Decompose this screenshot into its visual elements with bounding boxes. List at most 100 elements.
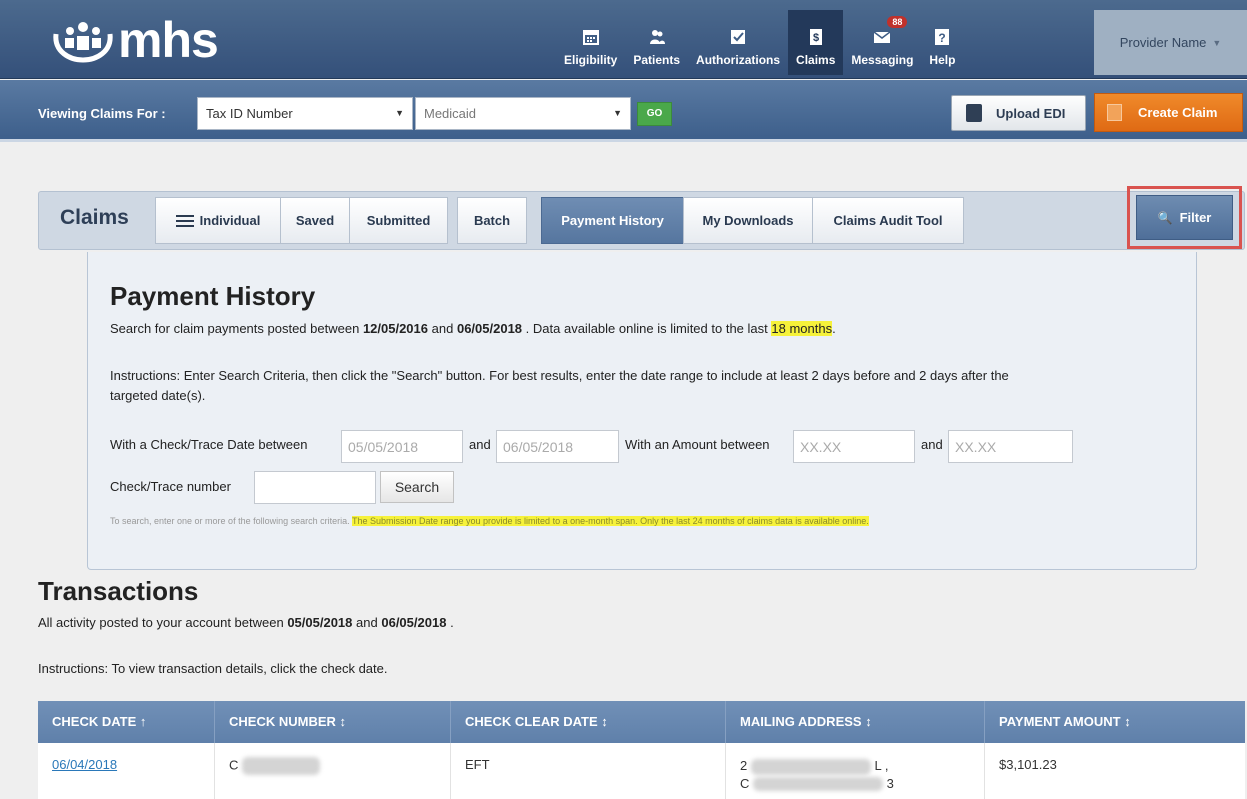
- check-date-and-label: and: [469, 437, 491, 452]
- redacted-block: [242, 757, 321, 775]
- nav-patients[interactable]: Patients: [625, 10, 688, 75]
- transactions-and: and: [356, 615, 378, 630]
- tab-payment-history[interactable]: Payment History: [541, 197, 684, 244]
- create-claim-label: Create Claim: [1138, 105, 1218, 120]
- table-header: CHECK DATE ↑ CHECK NUMBER ↕ CHECK CLEAR …: [38, 701, 1245, 743]
- nav-authorizations-label: Authorizations: [696, 53, 781, 67]
- nav-messaging[interactable]: 88 Messaging: [843, 10, 921, 75]
- check-number-input[interactable]: [254, 471, 376, 504]
- main-nav: Eligibility Patients Authorizations $ Cl…: [556, 10, 963, 75]
- patients-icon: [649, 30, 665, 44]
- menu-icon: [175, 214, 194, 227]
- check-date-link[interactable]: 06/04/2018: [52, 757, 117, 772]
- claims-section-title: Claims: [60, 206, 129, 229]
- tax-id-select-value: Tax ID Number: [206, 106, 293, 121]
- address-line-1-start: 2: [740, 758, 748, 773]
- redacted-block: [753, 777, 884, 792]
- provider-menu[interactable]: Provider Name ▼: [1094, 10, 1247, 75]
- logo-text: mhs: [118, 12, 219, 68]
- amount-label: With an Amount between: [625, 437, 770, 452]
- tab-saved[interactable]: Saved: [280, 197, 350, 244]
- transactions-title: Transactions: [38, 576, 199, 606]
- address-line-2-end: 3: [886, 775, 894, 791]
- nav-claims-label: Claims: [796, 53, 836, 67]
- search-note-plain: To search, enter one or more of the foll…: [110, 516, 350, 526]
- dropdown-arrow-icon: ▼: [395, 108, 404, 118]
- calendar-icon: [582, 30, 599, 45]
- range-text-end: .: [832, 321, 836, 336]
- chevron-down-icon: ▼: [1212, 37, 1222, 48]
- tab-batch[interactable]: Batch: [457, 197, 527, 244]
- plan-select[interactable]: Medicaid ▼: [415, 97, 631, 130]
- column-header-check-clear-date[interactable]: CHECK CLEAR DATE ↕: [451, 701, 726, 743]
- tab-my-downloads-label: My Downloads: [702, 213, 794, 228]
- nav-help-label: Help: [929, 53, 956, 67]
- payment-history-title: Payment History: [110, 281, 316, 311]
- cell-mailing-address: 2 L , C 3: [726, 743, 985, 799]
- tab-my-downloads[interactable]: My Downloads: [683, 197, 813, 244]
- viewing-claims-label: Viewing Claims For :: [38, 106, 166, 121]
- filter-button[interactable]: 🔍 Filter: [1136, 195, 1233, 240]
- column-header-check-number[interactable]: CHECK NUMBER ↕: [215, 701, 451, 743]
- payment-history-range-text: Search for claim payments posted between…: [110, 321, 836, 336]
- check-date-label: With a Check/Trace Date between: [110, 437, 308, 452]
- go-button[interactable]: GO: [637, 102, 672, 126]
- amount-to-input[interactable]: XX.XX: [948, 430, 1073, 463]
- check-date-from-input[interactable]: 05/05/2018: [341, 430, 463, 463]
- provider-name: Provider Name: [1119, 35, 1207, 50]
- upload-edi-button[interactable]: Upload EDI: [951, 95, 1086, 131]
- column-header-payment-amount[interactable]: PAYMENT AMOUNT ↕: [985, 701, 1245, 743]
- search-criteria-note: To search, enter one or more of the foll…: [110, 516, 869, 526]
- range-date-from: 12/05/2016: [362, 321, 429, 336]
- nav-authorizations[interactable]: Authorizations: [688, 10, 788, 75]
- messaging-badge: 88: [887, 16, 908, 28]
- create-claim-button[interactable]: Create Claim: [1094, 93, 1243, 132]
- redacted-block: [750, 758, 871, 775]
- tab-payment-history-label: Payment History: [561, 213, 664, 228]
- tab-claims-audit-tool-label: Claims Audit Tool: [833, 213, 943, 228]
- transactions-range-text: All activity posted to your account betw…: [38, 615, 454, 630]
- tab-submitted-label: Submitted: [366, 213, 431, 228]
- nav-messaging-label: Messaging: [851, 53, 914, 67]
- check-number-label: Check/Trace number: [110, 479, 231, 494]
- tax-id-select[interactable]: Tax ID Number ▼: [197, 97, 413, 130]
- cell-check-number: C: [215, 743, 451, 799]
- range-and: and: [431, 321, 454, 336]
- svg-text:$: $: [813, 32, 819, 44]
- transactions-table: CHECK DATE ↑ CHECK NUMBER ↕ CHECK CLEAR …: [38, 701, 1245, 799]
- cell-payment-amount: $3,101.23: [999, 757, 1057, 772]
- range-text-pre: Search for claim payments posted between: [110, 321, 360, 336]
- search-button[interactable]: Search: [380, 471, 454, 503]
- question-icon: ?: [935, 29, 950, 45]
- search-note-highlight: The Submission Date range you provide is…: [351, 516, 869, 526]
- people-logo-icon: [53, 22, 113, 63]
- transactions-date-from: 05/05/2018: [287, 615, 353, 630]
- range-date-to: 06/05/2018: [456, 321, 523, 336]
- mhs-logo[interactable]: mhs: [50, 10, 219, 70]
- nav-claims[interactable]: $ Claims: [788, 10, 844, 75]
- tab-submitted[interactable]: Submitted: [349, 197, 448, 244]
- column-header-check-date[interactable]: CHECK DATE ↑: [38, 701, 215, 743]
- column-header-mailing-address[interactable]: MAILING ADDRESS ↕: [726, 701, 985, 743]
- address-line-2-start: C: [740, 775, 750, 791]
- tab-individual[interactable]: Individual: [155, 197, 281, 244]
- filter-label: Filter: [1179, 210, 1212, 225]
- search-icon: 🔍: [1157, 210, 1173, 225]
- nav-eligibility-label: Eligibility: [564, 53, 618, 67]
- address-line-2: C 3: [740, 775, 984, 792]
- address-line-1-end: L ,: [874, 758, 889, 773]
- address-line-1: 2 L ,: [740, 757, 984, 775]
- check-date-to-input[interactable]: 06/05/2018: [496, 430, 619, 463]
- amount-from-input[interactable]: XX.XX: [793, 430, 915, 463]
- cell-check-clear-date: EFT: [451, 743, 726, 799]
- cell-check-date: 06/04/2018: [38, 743, 215, 799]
- tab-batch-label: Batch: [473, 213, 511, 228]
- checkbox-icon: [731, 30, 746, 44]
- nav-help[interactable]: ? Help: [921, 10, 963, 75]
- tab-claims-audit-tool[interactable]: Claims Audit Tool: [812, 197, 964, 244]
- transactions-date-to: 06/05/2018: [381, 615, 447, 630]
- nav-eligibility[interactable]: Eligibility: [556, 10, 625, 75]
- range-text-post: . Data available online is limited to th…: [525, 321, 768, 336]
- instructions-line-1: Instructions: Enter Search Criteria, the…: [110, 368, 1009, 383]
- nav-patients-label: Patients: [633, 53, 681, 67]
